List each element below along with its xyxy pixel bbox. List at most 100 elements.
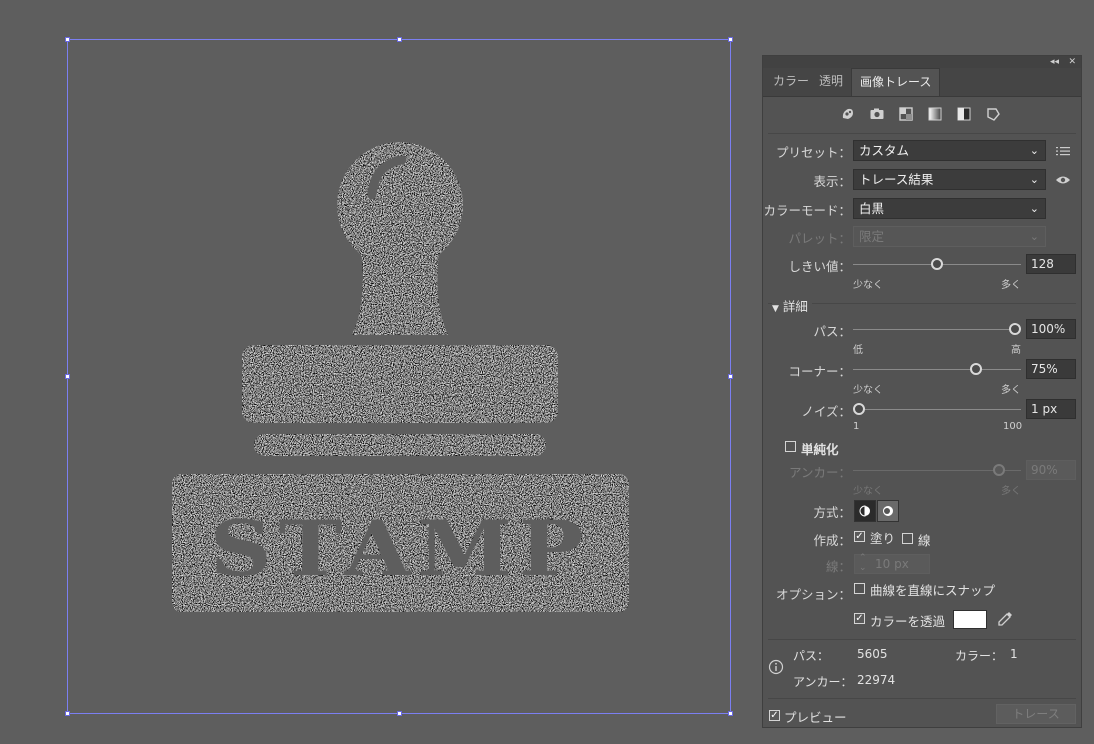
simplify-label: 単純化 [801, 442, 839, 457]
anchors-slider-knob [993, 464, 1006, 476]
low-color-icon[interactable] [897, 105, 915, 123]
stepper-icon: ⌃ ⌄ [859, 553, 867, 573]
simplify-checkbox[interactable] [785, 441, 796, 452]
preset-select[interactable]: カスタム ⌄ [853, 140, 1046, 161]
palette-value: 限定 [859, 229, 885, 244]
tab-transparency[interactable]: 透明 [811, 68, 851, 96]
eye-icon[interactable] [1055, 174, 1071, 186]
view-label: 表示： [813, 174, 851, 189]
anchors-label: アンカー： [788, 465, 851, 480]
view-select[interactable]: トレース結果 ⌄ [853, 169, 1046, 190]
resize-handle-e[interactable] [728, 374, 733, 379]
threshold-field[interactable]: 128 [1026, 254, 1076, 274]
stroke-field: ⌃ ⌄ 10 px [854, 553, 930, 574]
info-colors-label: カラー： [955, 649, 1004, 663]
stroke-label: 線： [825, 559, 851, 574]
stamp-artwork[interactable]: STAMP [68, 40, 730, 713]
close-icon[interactable]: ✕ [1068, 56, 1076, 68]
anchors-min-label: 少なく [853, 486, 883, 497]
black-white-icon[interactable] [955, 105, 973, 123]
tab-image-trace[interactable]: 画像トレース [851, 68, 941, 96]
fill-checkbox[interactable]: ✓ [854, 531, 865, 542]
info-anchors-value: 22974 [857, 673, 896, 687]
color-mode-select[interactable]: 白黒 ⌄ [853, 198, 1046, 219]
resize-handle-se[interactable] [728, 711, 733, 716]
info-icon [768, 659, 784, 675]
resize-handle-w[interactable] [65, 374, 70, 379]
info-colors-value: 1 [1010, 647, 1018, 661]
method-abutting-icon [859, 505, 870, 517]
anchors-field: 90% [1026, 460, 1076, 480]
color-mode-label: カラーモード： [763, 203, 851, 218]
eyedropper-icon[interactable] [996, 610, 1014, 628]
paths-field[interactable]: 100% [1026, 319, 1076, 339]
preview-checkbox[interactable]: ✓ [769, 710, 780, 721]
noise-slider-knob[interactable] [853, 403, 865, 415]
auto-color-icon[interactable] [839, 105, 857, 123]
resize-handle-ne[interactable] [728, 37, 733, 42]
stamp-neck [352, 245, 448, 335]
palette-label: パレット： [788, 231, 851, 246]
noise-field[interactable]: 1 px [1026, 399, 1076, 419]
corners-slider-track[interactable] [853, 369, 1021, 370]
create-label: 作成： [813, 533, 851, 548]
resize-handle-sw[interactable] [65, 711, 70, 716]
outline-icon[interactable] [984, 105, 1002, 123]
threshold-slider-knob[interactable] [931, 258, 943, 270]
paths-slider-knob[interactable] [1009, 323, 1021, 335]
collapse-icon[interactable]: ◂◂ [1050, 56, 1059, 68]
trace-button: トレース [996, 704, 1076, 724]
color-swatch[interactable] [953, 610, 987, 629]
chevron-down-icon: ⌄ [1029, 173, 1039, 186]
advanced-toggle[interactable]: ▼ 詳細 [772, 296, 812, 315]
snap-curves-checkbox[interactable] [854, 583, 865, 594]
stroke-checkbox[interactable] [902, 533, 913, 544]
resize-handle-n[interactable] [397, 37, 402, 42]
selection-bounding-box[interactable]: STAMP [65, 37, 733, 716]
resize-handle-s[interactable] [397, 711, 402, 716]
ignore-white-checkbox[interactable]: ✓ [854, 613, 865, 624]
divider [768, 303, 1076, 304]
corners-min-label: 少なく [853, 385, 883, 396]
chevron-down-icon: ⌄ [1029, 144, 1039, 157]
fill-label: 塗り [870, 531, 896, 546]
ignore-white-label: カラーを透過 [870, 614, 946, 629]
threshold-label: しきい値： [788, 259, 851, 274]
preview-label: プレビュー [784, 710, 847, 725]
paths-label: パス： [813, 324, 851, 339]
color-mode-value: 白黒 [859, 201, 885, 216]
corners-field[interactable]: 75% [1026, 359, 1076, 379]
preset-menu-icon[interactable] [1055, 144, 1071, 158]
camera-icon[interactable] [868, 105, 886, 123]
preset-label: プリセット： [775, 145, 851, 160]
panel-tabs: カラー 透明 画像トレース [763, 68, 1081, 97]
stroke-check-label: 線 [918, 533, 931, 548]
paths-slider-track[interactable] [853, 329, 1021, 330]
method-label: 方式： [813, 505, 851, 520]
chevron-down-icon: ⌄ [1029, 230, 1039, 243]
noise-slider-track[interactable] [853, 409, 1021, 410]
resize-handle-nw[interactable] [65, 37, 70, 42]
info-paths-label: パス： [793, 649, 830, 663]
corners-max-label: 多く [1001, 385, 1021, 396]
preset-value: カスタム [859, 143, 910, 158]
triangle-down-icon: ▼ [772, 304, 779, 314]
divider [768, 639, 1076, 640]
snap-curves-label: 曲線を直線にスナップ [870, 583, 996, 598]
grayscale-icon[interactable] [926, 105, 944, 123]
divider [768, 698, 1076, 699]
options-label: オプション： [775, 587, 851, 602]
method-abutting-button[interactable] [854, 500, 876, 522]
noise-min-label: 1 [853, 421, 860, 432]
corners-slider-knob[interactable] [970, 363, 982, 375]
view-value: トレース結果 [859, 172, 934, 187]
noise-label: ノイズ： [801, 404, 851, 419]
method-overlapping-icon [883, 506, 893, 516]
panel-titlebar[interactable]: ◂◂ ✕ [763, 56, 1081, 68]
stamp-text: STAMP [210, 504, 590, 593]
method-overlapping-button[interactable] [877, 500, 899, 522]
anchors-max-label: 多く [1001, 486, 1021, 497]
info-anchors-label: アンカー： [793, 675, 853, 689]
threshold-min-label: 少なく [853, 280, 883, 291]
tab-color[interactable]: カラー [765, 68, 817, 96]
